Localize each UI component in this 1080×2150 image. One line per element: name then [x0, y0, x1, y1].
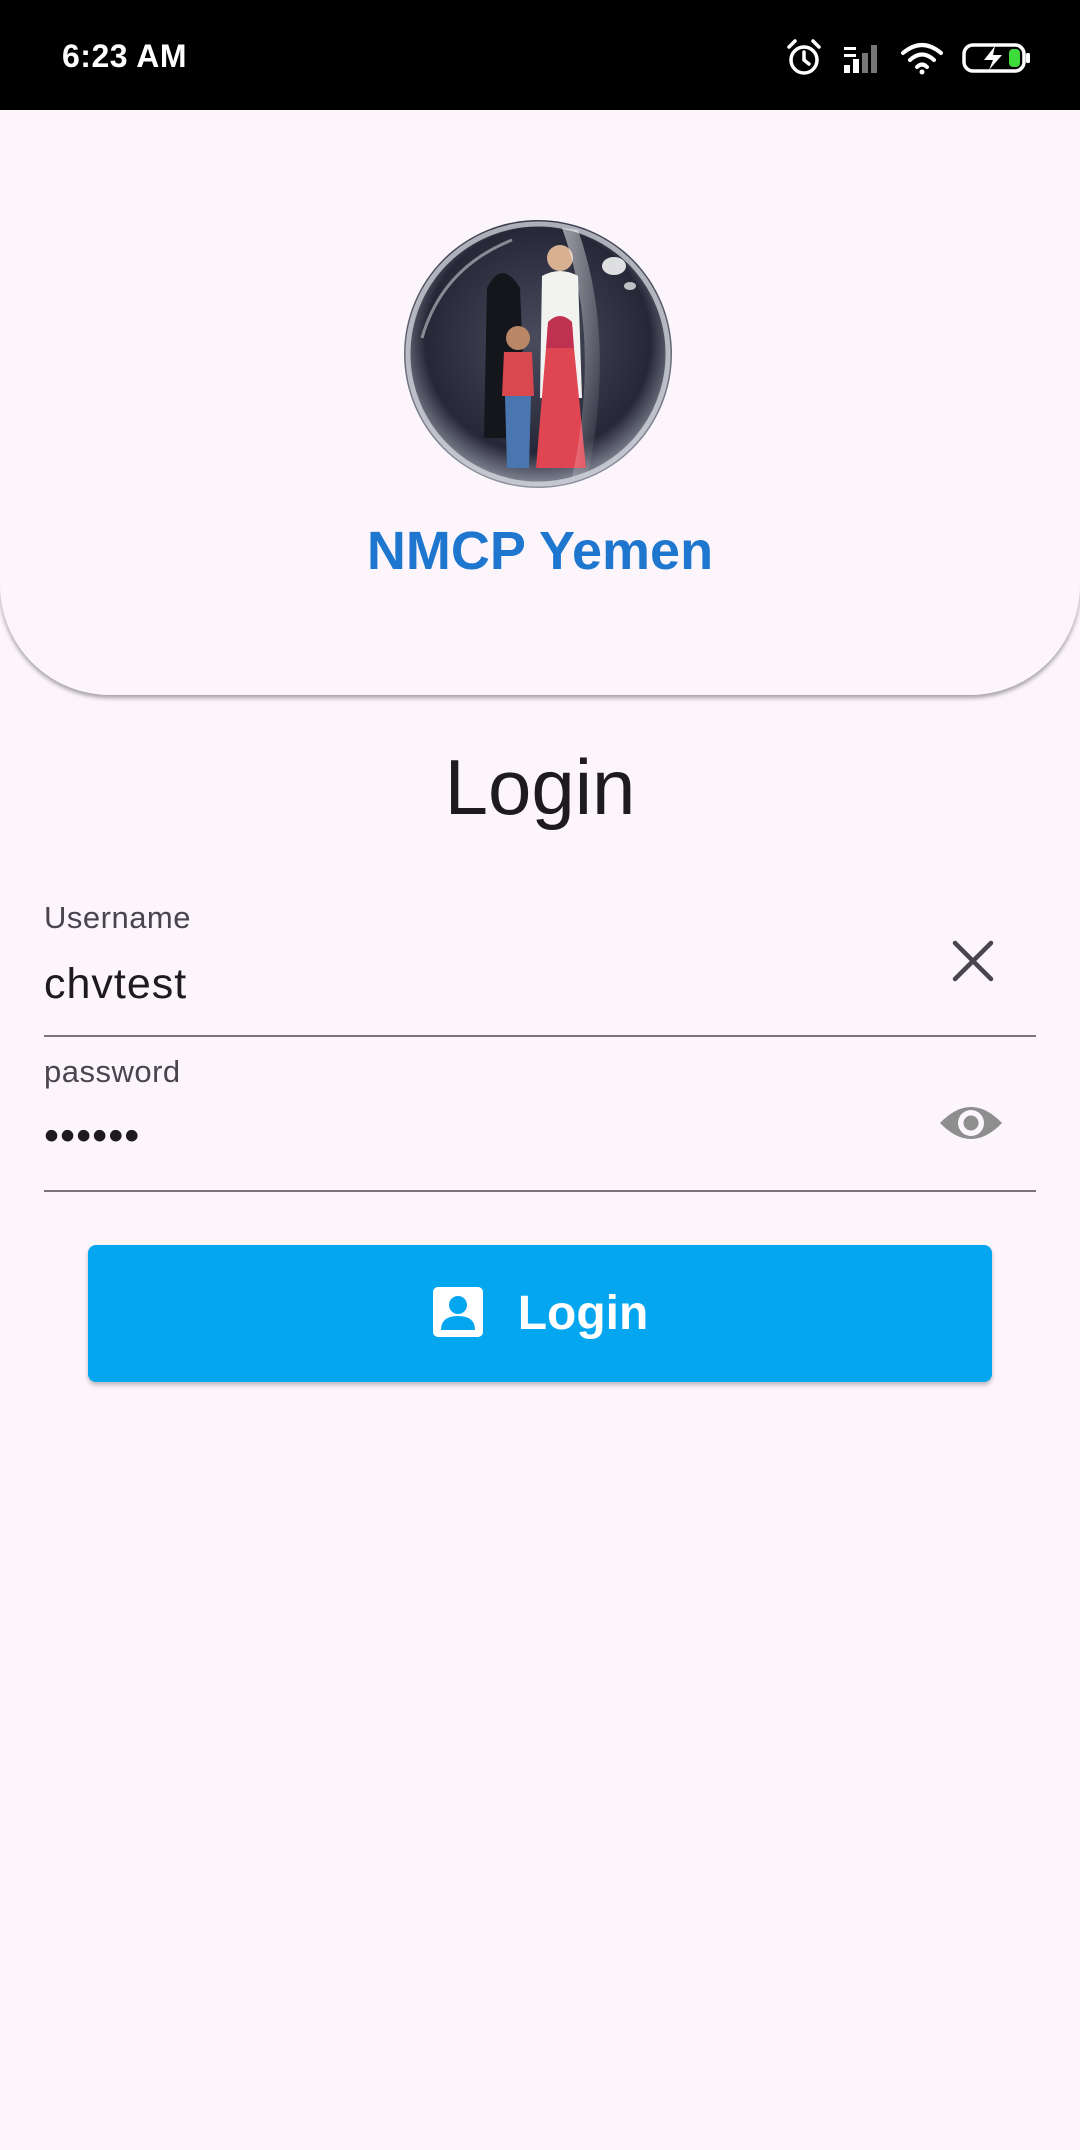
- visibility-icon[interactable]: [938, 1100, 1004, 1151]
- page-title: Login: [444, 743, 636, 831]
- password-input[interactable]: ••••••: [44, 1112, 140, 1161]
- clear-icon[interactable]: [948, 936, 998, 991]
- wifi-icon: [900, 41, 944, 75]
- header-card: NMCP Yemen: [0, 110, 1080, 695]
- username-label: Username: [44, 900, 191, 935]
- login-button[interactable]: Login: [88, 1245, 992, 1382]
- password-underline: [44, 1190, 1036, 1192]
- password-label: password: [44, 1054, 181, 1089]
- username-input[interactable]: chvtest: [44, 960, 187, 1009]
- battery-charging-icon: [962, 42, 1032, 74]
- status-icons: [784, 36, 1032, 80]
- status-bar: 6:23 AM: [0, 0, 1080, 110]
- family-globe-logo: [402, 218, 674, 490]
- username-field[interactable]: Username chvtest: [44, 898, 1036, 1038]
- signal-icon: [842, 41, 882, 75]
- login-button-label: Login: [517, 1287, 649, 1340]
- password-field[interactable]: password ••••••: [44, 1052, 1036, 1194]
- username-underline: [44, 1035, 1036, 1037]
- alarm-icon: [784, 38, 824, 78]
- status-time: 6:23 AM: [62, 38, 188, 74]
- account-box-icon: [432, 1286, 484, 1341]
- app-name: NMCP Yemen: [366, 521, 714, 581]
